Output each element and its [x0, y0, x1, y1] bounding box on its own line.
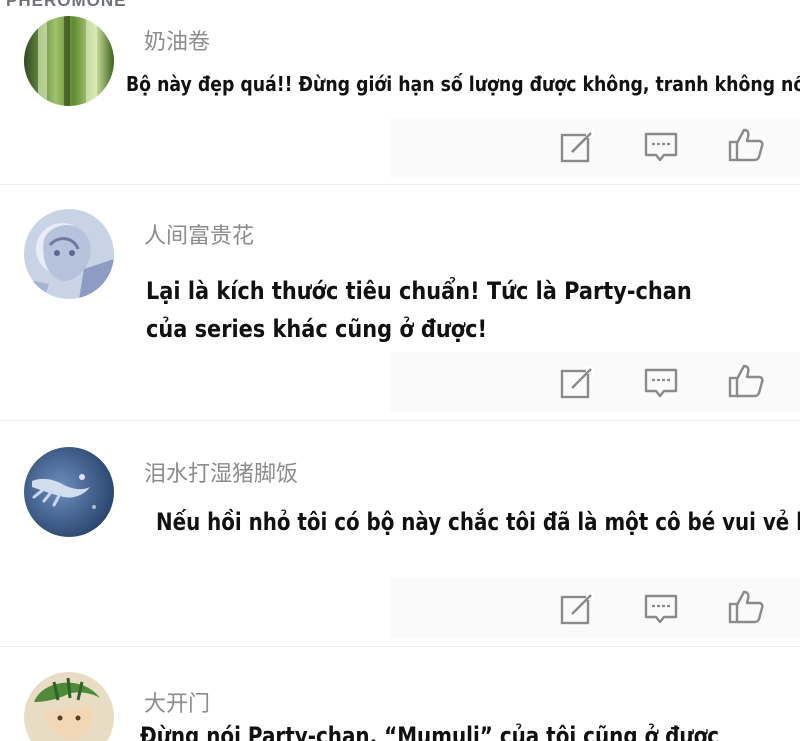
- edit-button[interactable]: [558, 590, 596, 628]
- comment-page: PHEROMONE 奶油卷 Bộ này đẹp quá!! Đừng giới…: [0, 0, 800, 741]
- avatar[interactable]: [24, 672, 114, 741]
- comment-line: Nếu hồi nhỏ tôi có bộ này chắc tôi đã là…: [156, 508, 800, 536]
- avatar[interactable]: [24, 16, 114, 106]
- divider: [0, 184, 800, 185]
- comment-icon: [644, 594, 678, 624]
- bamboo-avatar: [24, 16, 114, 106]
- avatar[interactable]: [24, 447, 114, 537]
- thumbs-up-icon: [728, 364, 764, 398]
- like-button[interactable]: [727, 126, 765, 164]
- hand-avatar: [24, 447, 114, 537]
- username[interactable]: 泪水打湿猪脚饭: [144, 456, 298, 488]
- comment-icon: [644, 132, 678, 162]
- divider: [0, 646, 800, 647]
- avatar[interactable]: [24, 209, 114, 299]
- comment-line: Bộ này đẹp quá!! Đừng giới hạn số lượng …: [126, 72, 800, 96]
- thumbs-up-icon: [728, 128, 764, 162]
- edit-button[interactable]: [558, 364, 596, 402]
- comment-icon: [644, 368, 678, 398]
- statue-avatar: [24, 209, 114, 299]
- thumbs-up-icon: [728, 590, 764, 624]
- edit-icon: [560, 366, 594, 399]
- like-button[interactable]: [727, 588, 765, 626]
- comment-text: Bộ này đẹp quá!! Đừng giới hạn số lượng …: [126, 72, 800, 96]
- comment-line: Đừng nói Party-chan, “Mumuli” của tôi cũ…: [140, 722, 720, 741]
- edit-icon: [560, 592, 594, 625]
- comment-line: Lại là kích thước tiêu chuẩn! Tức là Par…: [146, 277, 692, 305]
- illustration-avatar: [24, 672, 114, 741]
- watermark-text: PHEROMONE: [6, 0, 127, 10]
- edit-icon: [560, 130, 594, 163]
- username[interactable]: 奶油卷: [144, 24, 210, 56]
- comment-text: Lại là kích thước tiêu chuẩn! Tức là Par…: [146, 272, 692, 348]
- username[interactable]: 大开门: [144, 686, 210, 718]
- comment-line: của series khác cũng ở được!: [146, 315, 487, 343]
- username[interactable]: 人间富贵花: [144, 218, 254, 250]
- edit-button[interactable]: [558, 128, 596, 166]
- comment-text: Nếu hồi nhỏ tôi có bộ này chắc tôi đã là…: [156, 508, 800, 536]
- reply-button[interactable]: [642, 128, 680, 166]
- like-button[interactable]: [727, 362, 765, 400]
- reply-button[interactable]: [642, 364, 680, 402]
- divider: [0, 420, 800, 421]
- reply-button[interactable]: [642, 590, 680, 628]
- comment-text: Đừng nói Party-chan, “Mumuli” của tôi cũ…: [140, 722, 719, 741]
